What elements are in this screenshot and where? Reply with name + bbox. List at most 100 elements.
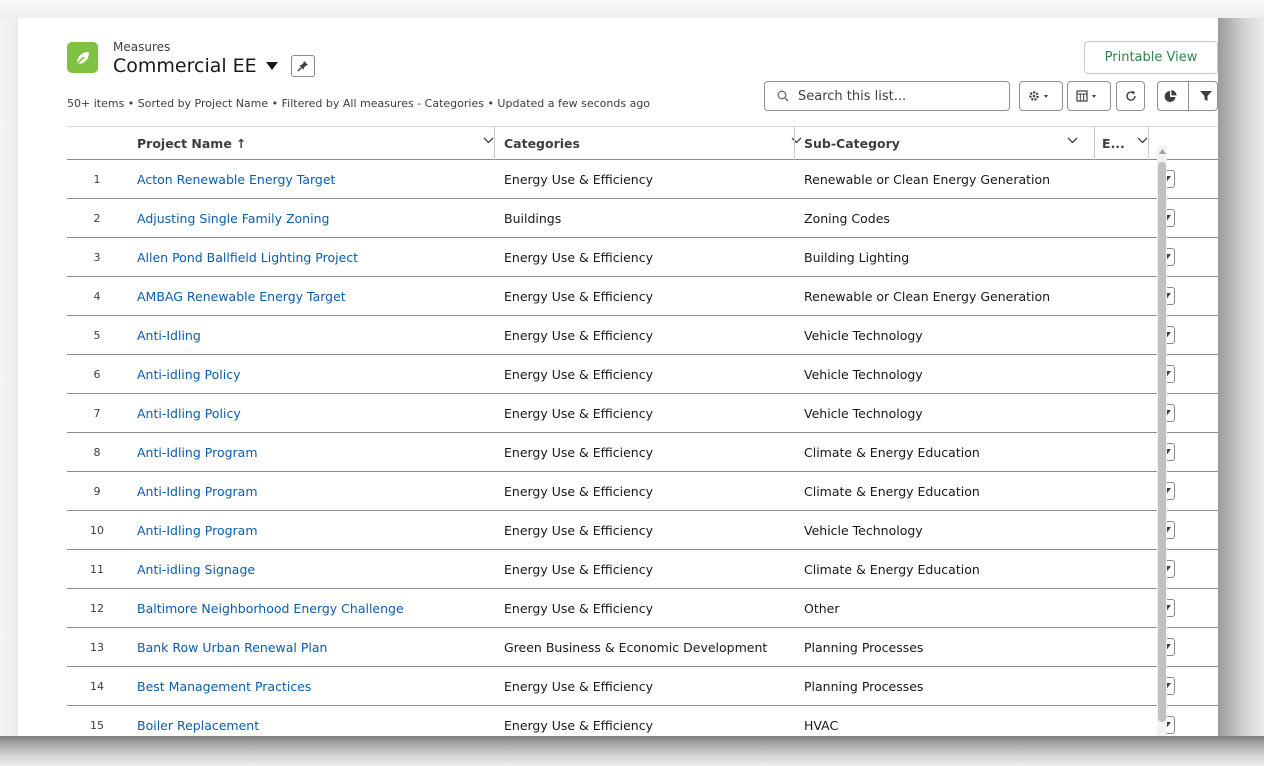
table-row: 10 Anti-Idling Program Energy Use & Effici…: [67, 511, 1218, 550]
project-name-link[interactable]: Anti-idling Policy: [137, 367, 241, 382]
project-name-cell: Best Management Practices: [137, 667, 311, 705]
project-name-link[interactable]: Baltimore Neighborhood Energy Challenge: [137, 601, 404, 616]
table-row: 13 Bank Row Urban Renewal Plan Green Busin…: [67, 628, 1218, 667]
list-title-row: Commercial EE: [113, 55, 315, 77]
category-cell: Buildings: [504, 210, 562, 226]
sub-category-cell: Renewable or Clean Energy Generation: [804, 288, 1051, 304]
project-name-link[interactable]: Bank Row Urban Renewal Plan: [137, 640, 327, 655]
project-name-link[interactable]: Best Management Practices: [137, 679, 311, 694]
row-number: 9: [93, 484, 101, 498]
project-name-link[interactable]: Adjusting Single Family Zoning: [137, 211, 329, 226]
category-cell: Energy Use & Efficiency: [504, 561, 653, 577]
column-divider[interactable]: [1094, 127, 1095, 160]
sub-category-cell: Climate & Energy Education: [804, 561, 980, 577]
pin-button[interactable]: [290, 55, 315, 77]
project-name-link[interactable]: Allen Pond Ballfield Lighting Project: [137, 250, 358, 265]
sub-category-cell: Building Lighting: [804, 249, 910, 265]
project-name-link[interactable]: Anti-idling Signage: [137, 562, 255, 577]
column-label-project-name: Project Name: [137, 136, 232, 151]
column-divider[interactable]: [1148, 127, 1149, 160]
column-label-sub-category: Sub-Category: [804, 136, 900, 151]
pin-icon: [297, 61, 308, 72]
category-cell: Energy Use & Efficiency: [504, 600, 653, 616]
column-divider[interactable]: [794, 127, 795, 160]
category-cell: Green Business & Economic Development: [504, 639, 768, 655]
sub-category-cell: Climate & Energy Education: [804, 483, 980, 499]
chart-icon[interactable]: [1164, 89, 1177, 103]
chevron-down-icon[interactable]: [1137, 137, 1148, 144]
column-divider[interactable]: [494, 127, 495, 160]
chevron-down-icon[interactable]: [1067, 137, 1078, 144]
project-name-link[interactable]: Anti-Idling Program: [137, 523, 258, 538]
project-name-link[interactable]: Anti-Idling Policy: [137, 406, 241, 421]
refresh-button[interactable]: [1116, 81, 1145, 111]
sub-category-cell: Planning Processes: [804, 639, 924, 655]
table-row: 11 Anti-idling Signage Energy Use & Effici…: [67, 550, 1218, 589]
list-view-card: Measures Commercial EE 50+ items • Sorte…: [18, 18, 1218, 736]
search-box[interactable]: [764, 81, 1010, 111]
row-number: 4: [93, 289, 101, 303]
scroll-up-arrow-icon[interactable]: [1157, 146, 1167, 156]
table-row: 3 Allen Pond Ballfield Lighting Project En…: [67, 238, 1218, 277]
table-row: 2 Adjusting Single Family Zoning Buildings…: [67, 199, 1218, 238]
table-row: 12 Baltimore Neighborhood Energy Challeng…: [67, 589, 1218, 628]
project-name-cell: Anti-Idling Program: [137, 472, 258, 510]
row-number: 6: [93, 367, 101, 381]
row-number: 15: [90, 718, 104, 732]
printable-view-button[interactable]: Printable View: [1084, 41, 1218, 74]
project-name-link[interactable]: Anti-Idling Program: [137, 484, 258, 499]
vertical-scrollbar[interactable]: [1157, 146, 1167, 736]
search-input[interactable]: [796, 87, 1000, 105]
sub-category-cell: HVAC: [804, 717, 839, 733]
sub-category-cell: Other: [804, 600, 840, 616]
column-header-categories[interactable]: Categories: [504, 127, 802, 160]
caret-down-icon[interactable]: [265, 62, 278, 70]
column-header-e[interactable]: E...: [1102, 127, 1150, 160]
table-row: 4 AMBAG Renewable Energy Target Energy Use…: [67, 277, 1218, 316]
table-row: 15 Boiler Replacement Energy Use & Efficie…: [67, 706, 1218, 736]
column-header-sub-category[interactable]: Sub-Category: [804, 127, 1094, 160]
category-cell: Energy Use & Efficiency: [504, 288, 653, 304]
chevron-down-icon[interactable]: [791, 137, 802, 144]
filter-icon[interactable]: [1199, 90, 1212, 102]
project-name-link[interactable]: Acton Renewable Energy Target: [137, 172, 335, 187]
row-number: 10: [90, 523, 104, 537]
row-number: 14: [90, 679, 104, 693]
chart-filter-group: [1157, 81, 1218, 111]
project-name-link[interactable]: Anti-Idling Program: [137, 445, 258, 460]
table-row: 6 Anti-idling Policy Energy Use & Efficien…: [67, 355, 1218, 394]
sub-category-cell: Renewable or Clean Energy Generation: [804, 171, 1051, 187]
project-name-cell: Anti-idling Signage: [137, 550, 255, 588]
sub-category-cell: Climate & Energy Education: [804, 444, 980, 460]
project-name-link[interactable]: Boiler Replacement: [137, 718, 259, 733]
table-header: Project Name ↑ Categories Sub-Category E…: [67, 126, 1218, 160]
category-cell: Energy Use & Efficiency: [504, 366, 653, 382]
sub-category-cell: Planning Processes: [804, 678, 924, 694]
gear-icon: [1029, 91, 1048, 101]
object-label: Measures: [113, 40, 171, 54]
category-cell: Energy Use & Efficiency: [504, 522, 653, 538]
project-name-cell: Baltimore Neighborhood Energy Challenge: [137, 589, 404, 627]
table-icon: [1076, 90, 1096, 102]
search-icon: [777, 90, 789, 102]
project-name-cell: Anti-Idling: [137, 316, 201, 354]
category-cell: Energy Use & Efficiency: [504, 444, 653, 460]
row-number: 3: [93, 250, 101, 264]
refresh-icon: [1125, 90, 1136, 101]
sub-category-cell: Vehicle Technology: [804, 522, 923, 538]
category-cell: Energy Use & Efficiency: [504, 327, 653, 343]
row-number: 12: [90, 601, 104, 615]
table-row: 5 Anti-Idling Energy Use & Efficiency Vehic…: [67, 316, 1218, 355]
category-cell: Energy Use & Efficiency: [504, 483, 653, 499]
project-name-link[interactable]: Anti-Idling: [137, 328, 201, 343]
chevron-down-icon[interactable]: [483, 137, 494, 144]
project-name-link[interactable]: AMBAG Renewable Energy Target: [137, 289, 346, 304]
row-number: 13: [90, 640, 104, 654]
column-label-e: E...: [1102, 136, 1125, 151]
category-cell: Energy Use & Efficiency: [504, 171, 653, 187]
column-header-project-name[interactable]: Project Name ↑: [137, 127, 504, 160]
list-settings-button[interactable]: [1019, 81, 1063, 111]
data-table: Project Name ↑ Categories Sub-Category E…: [67, 126, 1218, 736]
scrollbar-thumb[interactable]: [1158, 162, 1166, 722]
display-as-button[interactable]: [1067, 81, 1111, 111]
